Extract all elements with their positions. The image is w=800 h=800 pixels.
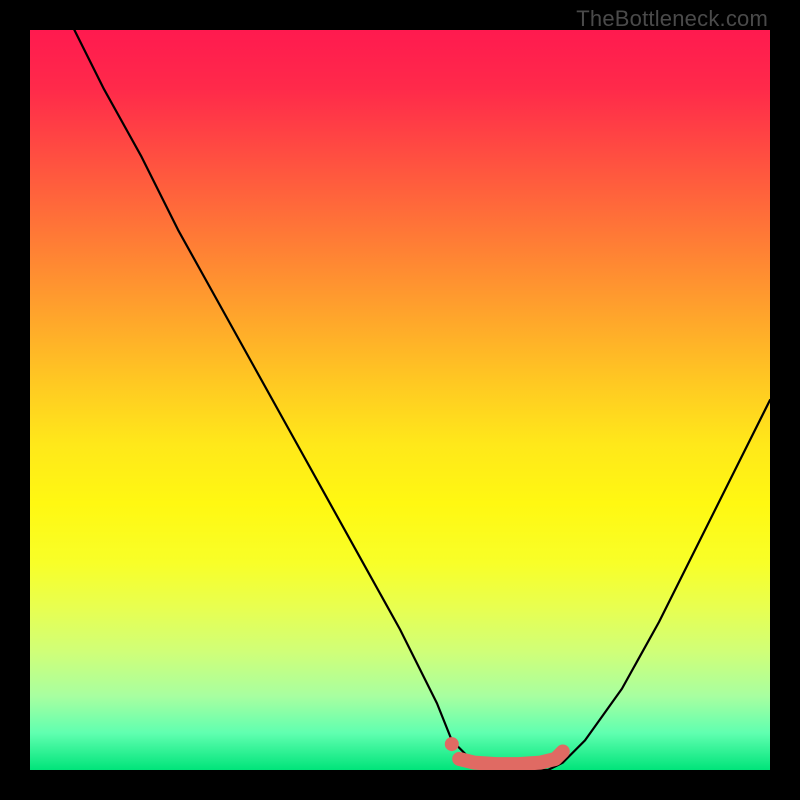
curve-black	[74, 30, 770, 770]
highlight-band	[459, 752, 563, 765]
watermark-text: TheBottleneck.com	[576, 6, 768, 32]
marker-dot	[445, 737, 459, 751]
plot-area	[30, 30, 770, 770]
chart-frame: TheBottleneck.com	[0, 0, 800, 800]
curve-layer	[30, 30, 770, 770]
